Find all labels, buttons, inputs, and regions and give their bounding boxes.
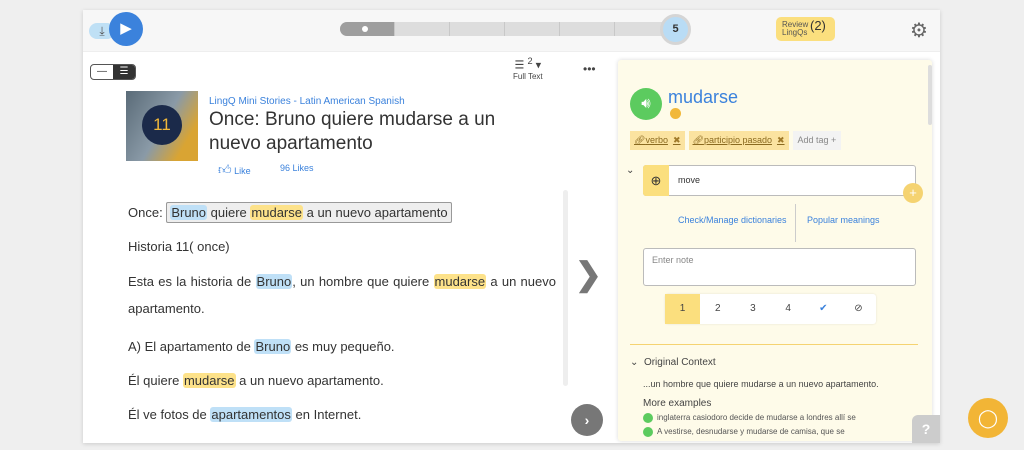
sentence[interactable]: Él quiere mudarse a un nuevo apartamento… [128, 372, 556, 390]
meaning-input[interactable]: move [643, 165, 916, 196]
badge: 2 [527, 56, 533, 66]
note-input[interactable]: Enter note [643, 248, 916, 286]
review-count: (2) [810, 18, 826, 33]
context-sentence: ...un hombre que quiere mudarse a un nue… [643, 379, 879, 389]
add-tag-button[interactable]: Add tag + [792, 131, 842, 150]
word[interactable]: Él ve fotos de [128, 407, 207, 422]
sentence[interactable]: A) El apartamento de Bruno es muy pequeñ… [128, 338, 556, 356]
divider [795, 204, 796, 242]
word[interactable]: a un nuevo apartamento [307, 205, 448, 220]
sentence[interactable]: Once: Bruno quiere mudarse a un nuevo ap… [128, 202, 556, 223]
tag-chip[interactable]: 🔗︎participio pasado ✖ [688, 131, 789, 150]
word-known[interactable]: Bruno [255, 274, 293, 289]
level-badge[interactable]: 5 [660, 14, 691, 45]
word[interactable]: Él quiere [128, 373, 179, 388]
popular-meanings-link[interactable]: Popular meanings [807, 215, 880, 225]
review-label: Review LingQs [782, 20, 809, 37]
original-context-toggle[interactable]: ⌄ Original Context [630, 357, 716, 368]
add-meaning-button[interactable]: + [903, 183, 923, 203]
sentence[interactable]: Esta es la historia de Bruno, un hombre … [128, 268, 556, 322]
view-toggle[interactable]: — ☰ [90, 64, 136, 80]
course-link[interactable]: LingQ Mini Stories - Latin American Span… [209, 96, 405, 107]
lesson-text: Once: Bruno quiere mudarse a un nuevo ap… [128, 202, 556, 440]
word-lingq[interactable]: mudarse [433, 274, 487, 289]
tag-label: participio pasado [703, 135, 772, 145]
more-options-button[interactable]: ••• [583, 62, 596, 76]
full-text-button[interactable]: ☰ 2 ▾ Full Text [513, 56, 543, 81]
status-selector: 1 2 3 4 ✔ ⊘ [665, 294, 876, 324]
status-2[interactable]: 2 [700, 294, 735, 324]
example-item[interactable]: inglaterra casiodoro decide de mudarse a… [643, 412, 856, 423]
check-dictionaries-link[interactable]: Check/Manage dictionaries [678, 215, 787, 225]
tag-chip[interactable]: 🔗︎verbo ✖ [630, 131, 685, 150]
like-button[interactable]: 👍︎ Like [218, 162, 251, 178]
player-bar: ⤓ ▶ 5 Review LingQs (2) ⚙ [83, 10, 940, 52]
word[interactable]: , un hombre que quiere [292, 274, 429, 289]
sentence[interactable]: Historia 11( once) [128, 238, 556, 256]
word[interactable]: A) El apartamento de [128, 339, 251, 354]
dictionary-icon[interactable]: ⊕ [643, 165, 669, 196]
known-check-icon[interactable]: ✔ [806, 294, 841, 324]
divider [630, 344, 918, 345]
word-known[interactable]: Bruno [170, 205, 208, 220]
gear-icon[interactable]: ⚙ [910, 18, 928, 43]
tag-label: verbo [645, 135, 668, 145]
thumbs-up-icon: 👍︎ [218, 162, 232, 177]
sentence[interactable]: Él ve fotos de apartamentos en Internet. [128, 406, 556, 424]
chevron-down-icon: ⌄ [630, 357, 639, 368]
chevron-down-icon[interactable]: ⌄ [626, 165, 634, 176]
ignore-icon[interactable]: ⊘ [841, 294, 876, 324]
review-lingqs-button[interactable]: Review LingQs (2) [776, 17, 835, 41]
lesson-reader: ⤓ ▶ 5 Review LingQs (2) ⚙ — ☰ ☰ 2 ▾ Full Te… [83, 10, 940, 443]
selected-phrase[interactable]: Bruno quiere mudarse a un nuevo apartame… [166, 202, 452, 223]
example-item[interactable]: A vestirse, desnudarse y mudarse de cami… [643, 426, 845, 437]
speaker-icon[interactable] [643, 412, 653, 423]
page-view-icon[interactable]: ☰ [113, 65, 135, 79]
play-button[interactable]: ▶ [109, 12, 143, 46]
status-1[interactable]: 1 [665, 294, 701, 324]
link-icon: 🔗︎ [692, 135, 704, 145]
chat-bubble-icon[interactable]: ◯ [968, 398, 1008, 438]
selected-word: mudarse [668, 87, 739, 107]
more-examples-heading: More examples [643, 398, 712, 409]
word-lingq[interactable]: mudarse [182, 373, 236, 388]
speaker-icon[interactable]: 🔊︎ [630, 88, 662, 120]
link-icon: 🔗︎ [634, 135, 646, 145]
lesson-cover: 11 [126, 91, 198, 161]
lesson-progress-bar[interactable] [340, 22, 670, 36]
word[interactable]: Esta es la historia de [128, 274, 251, 289]
tag-list: 🔗︎verbo ✖ 🔗︎participio pasado ✖ Add tag + [630, 131, 842, 150]
next-lesson-button[interactable]: › [571, 404, 603, 436]
original-context-label: Original Context [643, 357, 716, 368]
word[interactable]: Once: [128, 205, 163, 220]
coin-icon [670, 108, 681, 119]
word[interactable]: en Internet. [296, 407, 362, 422]
example-text: A vestirse, desnudarse y mudarse de cami… [657, 427, 845, 436]
example-text: inglaterra casiodoro decide de mudarse a… [657, 413, 856, 422]
word-lingq[interactable]: mudarse [250, 205, 303, 220]
word-known[interactable]: Bruno [254, 339, 292, 354]
word[interactable]: a un nuevo apartamento. [239, 373, 384, 388]
sentence-view-icon[interactable]: — [91, 65, 113, 79]
cover-number: 11 [142, 105, 182, 145]
word-panel: 🔊︎ mudarse 🔗︎verbo ✖ 🔗︎participio pasado ✖… [618, 60, 932, 441]
like-label: Like [234, 166, 251, 176]
word-known[interactable]: apartamentos [210, 407, 292, 422]
status-4[interactable]: 4 [771, 294, 806, 324]
remove-tag-icon[interactable]: ✖ [777, 135, 785, 145]
speaker-icon[interactable] [643, 426, 653, 437]
next-page-chevron-icon[interactable]: ❯ [575, 255, 602, 293]
status-3[interactable]: 3 [735, 294, 770, 324]
remove-tag-icon[interactable]: ✖ [673, 135, 681, 145]
word[interactable]: quiere [211, 205, 247, 220]
full-text-label: Full Text [513, 71, 543, 81]
panel-scrollbar[interactable] [928, 65, 932, 125]
help-button[interactable]: ? [912, 415, 940, 443]
list-icon: ☰ 2 ▾ [514, 56, 542, 72]
word[interactable]: es muy pequeño. [295, 339, 395, 354]
likes-count[interactable]: 96 Likes [280, 163, 314, 173]
lesson-title: Once: Bruno quiere mudarse a un nuevo ap… [209, 109, 496, 154]
text-scrollbar[interactable] [563, 190, 568, 386]
